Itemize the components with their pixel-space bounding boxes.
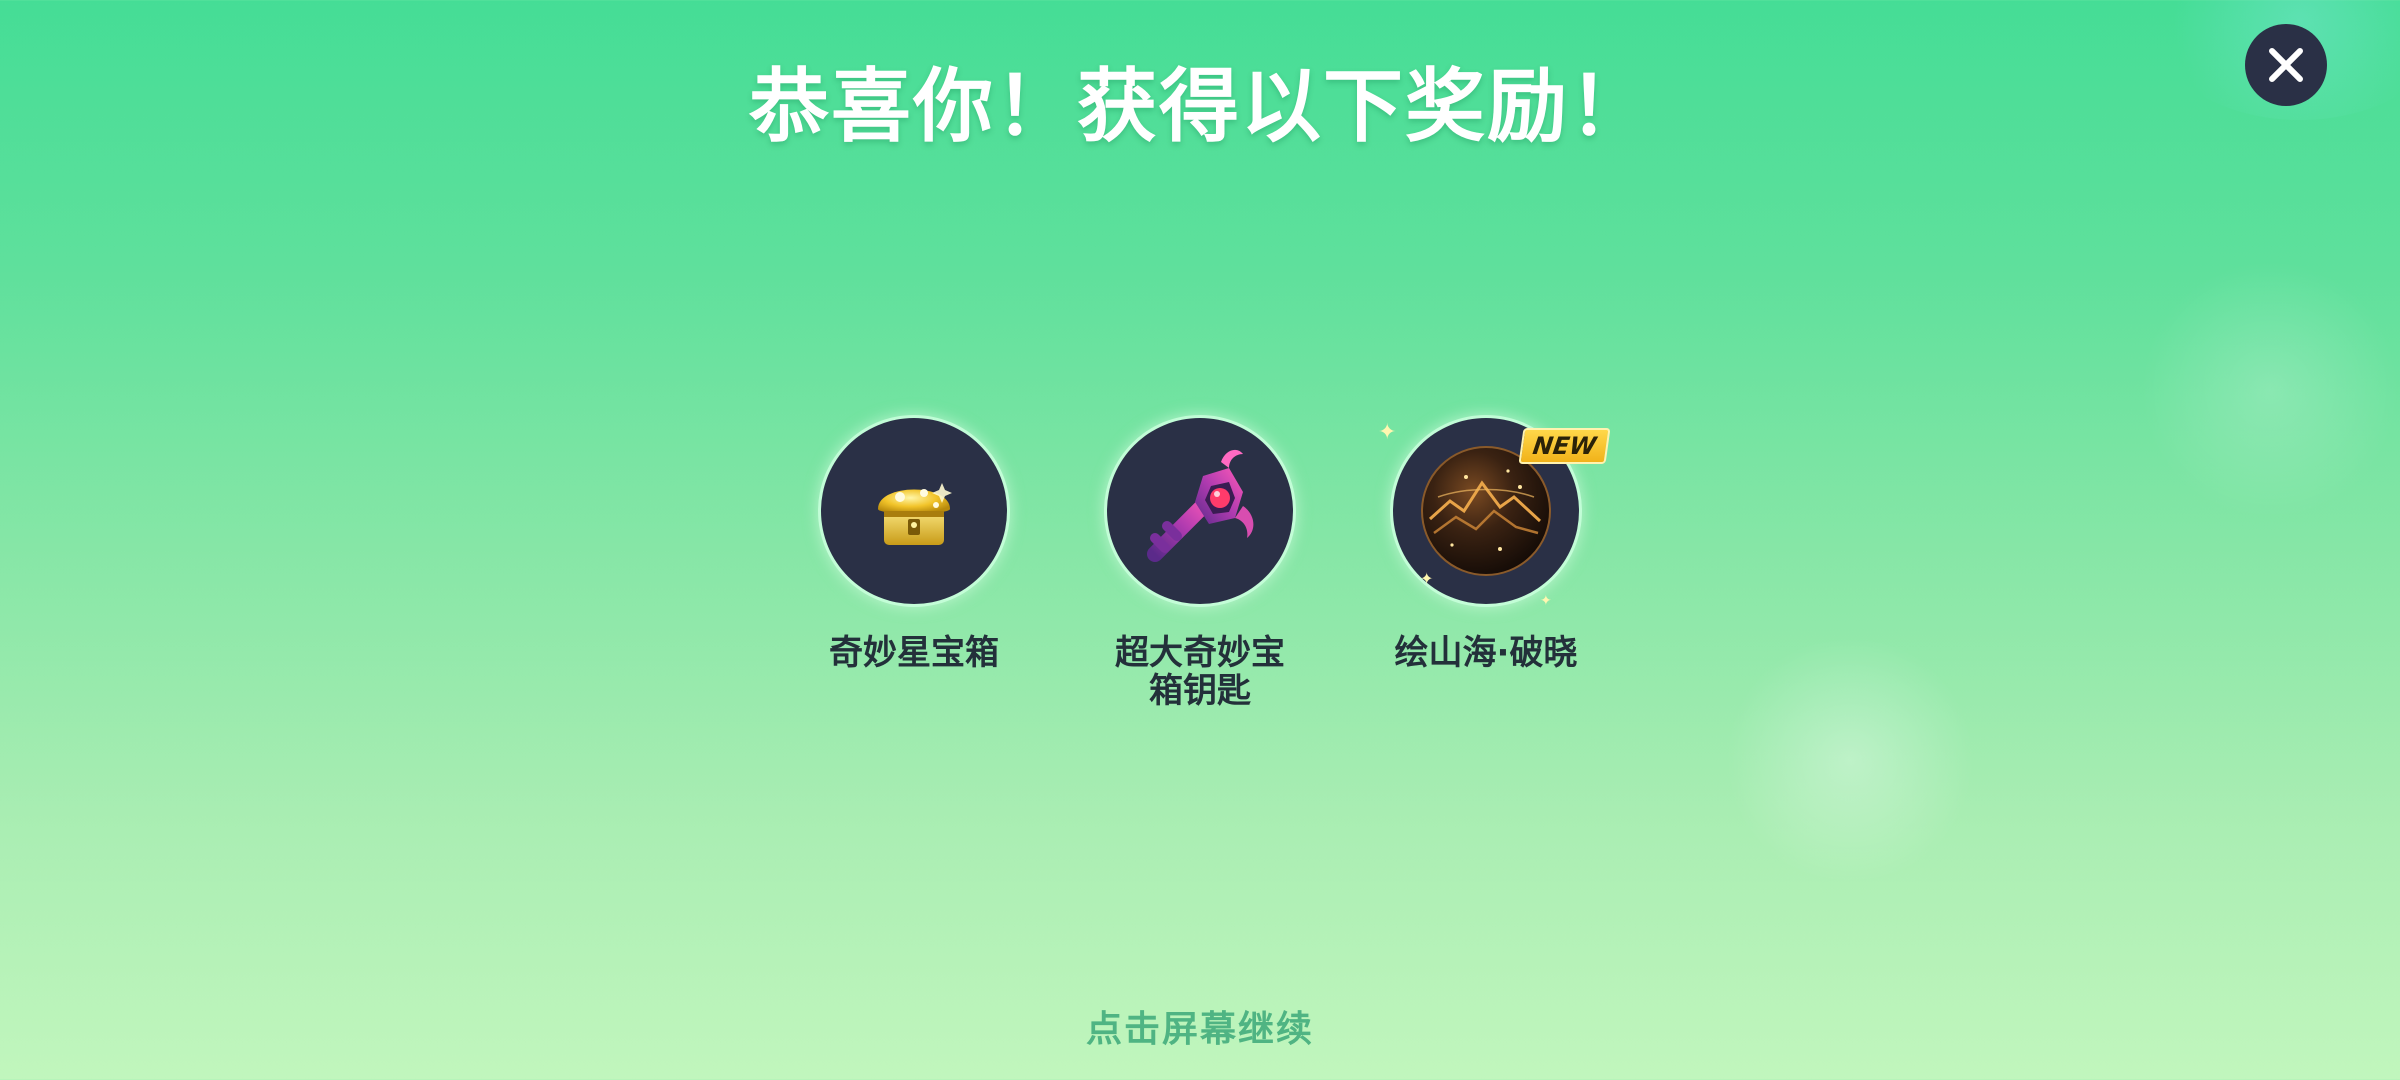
close-button[interactable]: [2245, 24, 2327, 106]
reward-item[interactable]: 奇妙星宝箱: [818, 418, 1010, 710]
tap-to-continue-hint[interactable]: 点击屏幕继续: [0, 1000, 2400, 1052]
new-badge: NEW: [1518, 428, 1611, 464]
reward-item[interactable]: NEW ✦ ✦ ✦ 绘山海·破晓: [1378, 418, 1611, 710]
reward-title: 恭喜你！获得以下奖励！: [749, 60, 1651, 153]
sparkle-icon: ✦: [1378, 420, 1397, 445]
sparkle-icon: ✦: [1420, 569, 1434, 588]
reward-icon-frame: [1107, 418, 1293, 604]
reward-icon-frame: [821, 418, 1007, 604]
reward-name: 绘山海·破晓: [1394, 633, 1578, 673]
close-icon: [2269, 48, 2303, 82]
reward-item[interactable]: 超大奇妙宝箱钥匙: [1104, 418, 1296, 710]
sparkle-icon: ✦: [1540, 593, 1552, 609]
reward-list: 奇妙星宝箱 超大奇妙宝箱钥匙 NEW ✦ ✦ ✦ 绘山海·破晓: [0, 418, 2400, 710]
reward-name: 奇妙星宝箱: [829, 633, 999, 673]
key-icon: [1147, 449, 1254, 562]
reward-name: 超大奇妙宝箱钥匙: [1115, 633, 1285, 711]
treasure-chest-icon: [878, 483, 952, 545]
